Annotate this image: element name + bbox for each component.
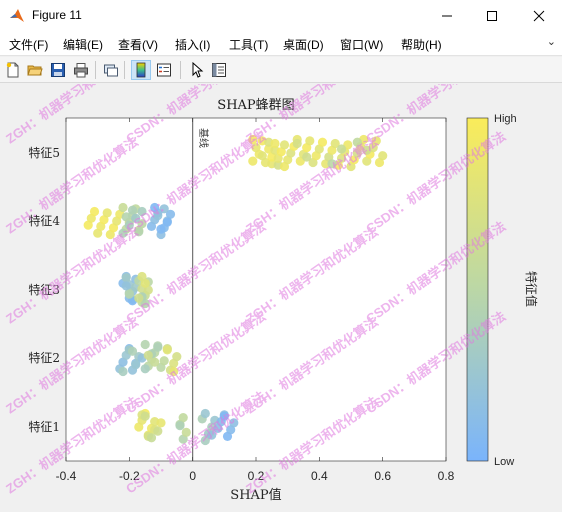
scatter-point <box>143 350 153 360</box>
link-plot-icon <box>104 64 118 77</box>
minimize-icon <box>442 15 452 17</box>
toolbar <box>0 57 562 83</box>
scatter-point <box>121 281 131 291</box>
open-file-button[interactable] <box>25 60 45 80</box>
menu-tools[interactable]: 工具(T) <box>229 36 268 53</box>
scatter-point <box>156 418 166 428</box>
matlab-icon <box>10 9 24 22</box>
menu-insert[interactable]: 插入(I) <box>175 36 210 53</box>
scatter-point <box>162 217 172 227</box>
save-button[interactable] <box>48 60 68 80</box>
print-button[interactable] <box>71 60 91 80</box>
scatter-point <box>305 136 315 146</box>
colorbar-icon <box>136 62 146 78</box>
colorbar-label: 特征值 <box>524 271 539 307</box>
scatter-point <box>124 289 134 299</box>
folder-open-icon <box>27 65 43 76</box>
scatter-point <box>131 360 141 370</box>
title-bar: Figure 11 <box>0 0 562 32</box>
x-tick-label: -0.4 <box>56 469 77 483</box>
toolbar-separator <box>124 61 125 79</box>
menu-bar: 文件(F) 编辑(E) 查看(V) 插入(I) 工具(T) 桌面(D) 窗口(W… <box>0 32 562 56</box>
close-icon <box>533 10 545 22</box>
maximize-button[interactable] <box>469 0 515 32</box>
scatter-point <box>89 206 100 217</box>
y-tick-label: 特征1 <box>28 419 60 434</box>
x-tick-label: 0.8 <box>438 469 455 483</box>
pointer-icon <box>192 62 204 78</box>
scatter-point <box>118 366 128 377</box>
shap-beeswarm-figure: SHAP蜂群图 基线 特征5 特征4 特征3 特征2 特征1 -0.4 -0.2 0… <box>3 38 539 503</box>
window-title: Figure 11 <box>32 8 82 22</box>
scatter-point <box>175 421 185 431</box>
x-tick-label: 0 <box>189 469 196 483</box>
menu-edit[interactable]: 编辑(E) <box>63 36 103 53</box>
new-file-icon <box>6 62 19 78</box>
minimize-button[interactable] <box>424 0 470 32</box>
scatter-point <box>127 205 138 215</box>
menu-help[interactable]: 帮助(H) <box>401 36 442 53</box>
scatter-point <box>172 352 182 362</box>
x-tick-label: 0.4 <box>311 469 328 483</box>
save-icon <box>51 63 65 77</box>
menu-view[interactable]: 查看(V) <box>118 36 158 53</box>
x-tick-label: 0.6 <box>374 469 391 483</box>
colorbar-high-label: High <box>494 113 517 125</box>
scatter-point <box>279 140 290 150</box>
property-inspector-icon <box>212 63 226 77</box>
insert-colorbar-button[interactable] <box>131 60 151 80</box>
baseline-label: 基线 <box>197 128 210 148</box>
new-figure-button[interactable] <box>3 60 23 80</box>
link-plot-button[interactable] <box>101 60 121 80</box>
figure-canvas: SHAP蜂群图 基线 特征5 特征4 特征3 特征2 特征1 -0.4 -0.2 0… <box>0 38 562 507</box>
close-button[interactable] <box>516 0 562 32</box>
menu-more-icon[interactable]: ⌄ <box>547 35 556 48</box>
menu-window[interactable]: 窗口(W) <box>340 36 383 53</box>
scatter-point <box>292 138 302 149</box>
scatter-point <box>317 137 328 147</box>
legend-icon <box>157 63 171 77</box>
toolbar-separator <box>95 61 96 79</box>
scatter-point <box>181 427 191 437</box>
colorbar-low-label: Low <box>494 456 514 468</box>
maximize-icon <box>487 11 497 21</box>
scatter-point <box>156 224 166 234</box>
scatter-point <box>257 151 267 161</box>
scatter-point <box>153 426 163 436</box>
scatter-point <box>200 408 210 419</box>
property-inspector-button[interactable] <box>209 60 229 80</box>
scatter-point <box>118 202 128 213</box>
scatter-point <box>270 138 280 149</box>
scatter-point <box>146 433 157 443</box>
toolbar-separator <box>180 61 181 79</box>
scatter-point <box>140 411 150 421</box>
printer-icon <box>74 63 88 78</box>
menu-desktop[interactable]: 桌面(D) <box>283 36 324 53</box>
y-tick-label: 特征5 <box>28 145 60 160</box>
colorbar <box>466 117 489 462</box>
insert-legend-button[interactable] <box>154 60 174 80</box>
scatter-point <box>162 345 172 355</box>
scatter-point <box>102 208 112 218</box>
scatter-point <box>140 339 150 350</box>
scatter-point <box>150 357 160 367</box>
scatter-point <box>302 152 312 162</box>
scatter-point <box>178 413 188 423</box>
scatter-point <box>159 356 169 366</box>
scatter-point <box>248 156 258 166</box>
scatter-point <box>378 151 388 161</box>
menu-file[interactable]: 文件(F) <box>9 36 48 53</box>
scatter-point <box>140 364 150 374</box>
scatter-point <box>127 346 138 356</box>
scatter-point <box>137 271 147 282</box>
y-tick-label: 特征2 <box>28 350 60 365</box>
scatter-point <box>153 342 163 352</box>
scatter-point <box>121 273 131 283</box>
edit-plot-button[interactable] <box>187 60 207 80</box>
